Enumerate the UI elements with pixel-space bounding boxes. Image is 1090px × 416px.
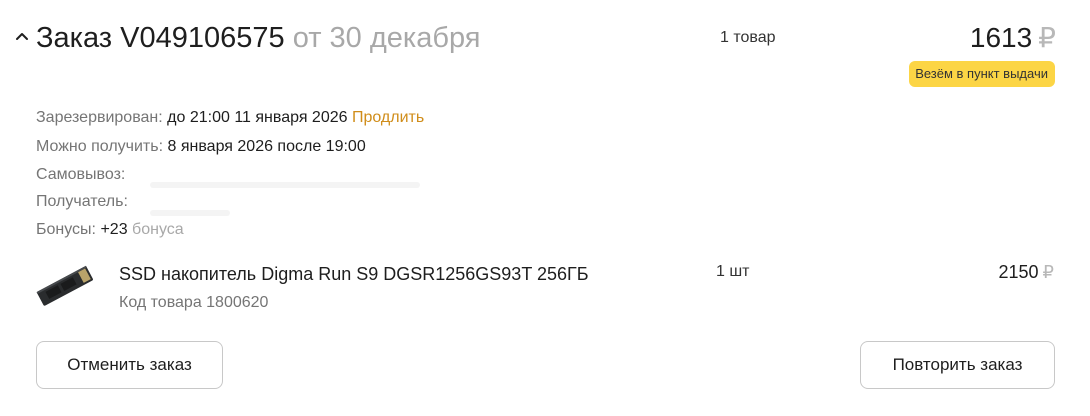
product-code: Код товара 1800620 — [119, 294, 269, 311]
order-total-value: 1613 — [969, 22, 1033, 53]
pickup-date-value: 8 января 2026 после 19:00 — [167, 138, 366, 155]
recipient-row: Получатель: — [36, 192, 128, 212]
items-count: 1 товар — [720, 29, 776, 46]
pickup-date-row: Можно получить: 8 января 2026 после 19:0… — [36, 137, 366, 157]
item-quantity: 1 шт — [716, 263, 750, 280]
delivery-status-badge: Везём в пункт выдачи — [909, 61, 1055, 87]
order-total: 1613 ₽ — [970, 20, 1056, 56]
recipient-label: Получатель: — [36, 193, 128, 210]
item-price-value: 2150 — [998, 262, 1039, 282]
item-price-currency: ₽ — [1042, 262, 1054, 282]
bonuses-suffix: бонуса — [132, 221, 184, 238]
redacted-pickup-address — [150, 182, 420, 188]
order-title-prefix: Заказ — [36, 22, 113, 54]
order-title: Заказ V049106575 от 30 декабря — [36, 20, 480, 56]
order-date: от 30 декабря — [292, 22, 481, 54]
product-name-link[interactable]: SSD накопитель Digma Run S9 DGSR1256GS93… — [119, 263, 589, 285]
item-price: 2150 ₽ — [999, 261, 1055, 283]
reserved-row: Зарезервирован: до 21:00 11 января 2026 … — [36, 108, 424, 128]
bonuses-label: Бонусы: — [36, 221, 96, 238]
cancel-order-button[interactable]: Отменить заказ — [36, 341, 223, 389]
pickup-point-label: Самовывоз: — [36, 166, 126, 183]
collapse-chevron-icon[interactable] — [14, 28, 30, 44]
order-number: V049106575 — [120, 22, 285, 54]
bonuses-value: +23 — [100, 221, 128, 238]
repeat-order-button[interactable]: Повторить заказ — [860, 341, 1055, 389]
reserved-label: Зарезервирован: — [36, 109, 163, 126]
pickup-date-label: Можно получить: — [36, 138, 164, 155]
bonuses-row: Бонусы: +23 бонуса — [36, 220, 184, 240]
order-total-currency: ₽ — [1038, 22, 1056, 53]
pickup-point-row: Самовывоз: — [36, 165, 125, 185]
redacted-recipient — [150, 210, 230, 216]
ssd-product-image[interactable] — [35, 265, 95, 307]
extend-reservation-link[interactable]: Продлить — [352, 109, 424, 126]
reserved-value: до 21:00 11 января 2026 — [167, 109, 348, 126]
